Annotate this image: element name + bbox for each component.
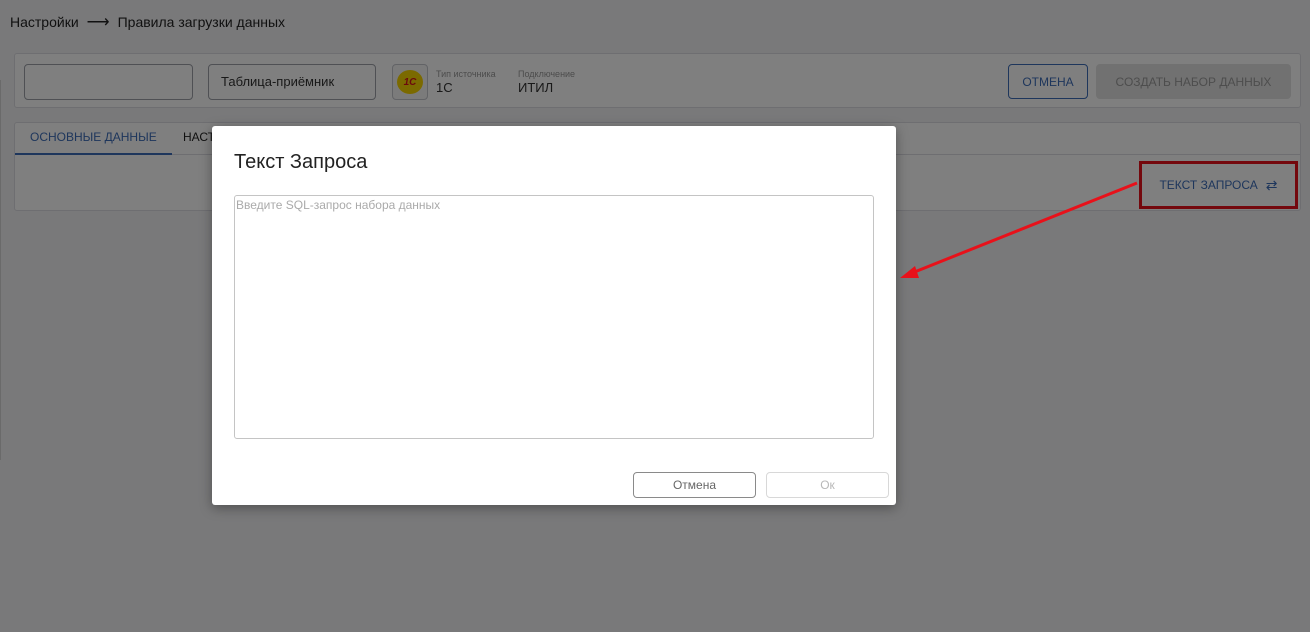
- sql-query-textarea[interactable]: [234, 195, 874, 439]
- dialog-title: Текст Запроса: [234, 151, 368, 173]
- left-divider: [0, 80, 1, 460]
- dialog-cancel-button[interactable]: Отмена: [633, 472, 756, 498]
- dialog-ok-button[interactable]: Ок: [766, 472, 889, 498]
- query-text-dialog: Текст Запроса Отмена Ок: [212, 126, 896, 505]
